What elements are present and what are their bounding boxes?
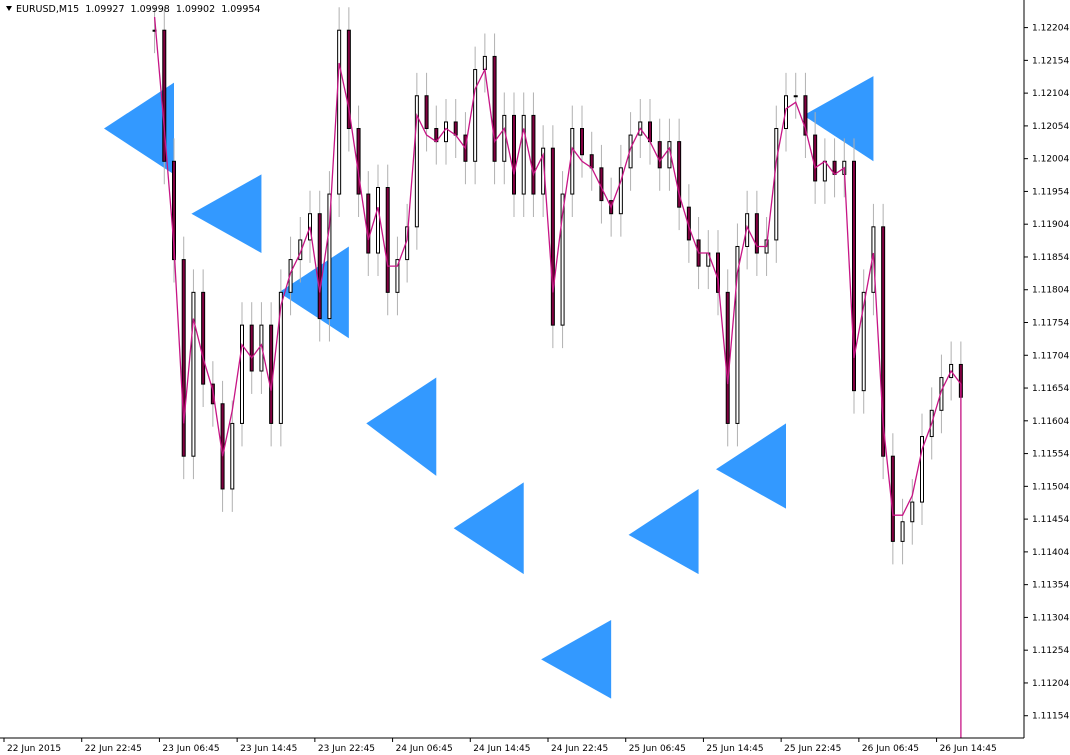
price-tick-label: 1.11954 [1032, 187, 1069, 197]
candle [890, 455, 895, 542]
time-axis: 22 Jun 2015 22 Jun 22:45 23 Jun 06:45 23 Ju… [3, 738, 997, 754]
price-tick-label: 1.11854 [1032, 253, 1069, 263]
candle [376, 187, 380, 254]
candle [385, 187, 390, 293]
candle [249, 324, 254, 372]
candle [531, 114, 536, 195]
price-tick-label: 1.11404 [1032, 548, 1069, 558]
time-tick-label: 25 Jun 14:45 [706, 744, 763, 754]
price-tick-label: 1.12054 [1032, 122, 1069, 132]
price-chart[interactable]: 1.12204 1.12154 1.12104 1.12054 1.12004 1.119… [0, 0, 1070, 755]
candle [521, 114, 526, 195]
time-tick-label: 22 Jun 2015 [7, 744, 61, 754]
candle-wicks [154, 7, 962, 565]
candle [473, 69, 478, 162]
candle [900, 521, 905, 542]
candle [512, 114, 516, 195]
price-tick-label: 1.11604 [1032, 417, 1069, 427]
price-tick-label: 1.11504 [1032, 482, 1069, 492]
price-tick-label: 1.11304 [1032, 613, 1069, 623]
open-price: 1.09927 [85, 4, 125, 15]
candle [550, 147, 555, 326]
candle [822, 160, 827, 182]
dropdown-triangle-icon[interactable] [6, 6, 12, 11]
symbol-timeframe: EURUSD,M15 [16, 4, 80, 15]
price-tick-label: 1.11704 [1032, 351, 1069, 361]
time-tick-label: 22 Jun 22:45 [85, 744, 142, 754]
candle [502, 114, 507, 162]
candle [793, 95, 798, 98]
time-tick-label: 25 Jun 06:45 [629, 744, 686, 754]
candle [492, 55, 497, 162]
price-tick-label: 1.12204 [1032, 24, 1069, 34]
candle [570, 128, 575, 195]
candle [774, 128, 779, 241]
time-tick-label: 23 Jun 06:45 [162, 744, 219, 754]
price-axis: 1.12204 1.12154 1.12104 1.12054 1.12004 1.119… [1024, 24, 1069, 722]
time-tick-label: 26 Jun 14:45 [940, 744, 997, 754]
price-tick-label: 1.11804 [1032, 286, 1069, 296]
time-tick-label: 26 Jun 06:45 [862, 744, 919, 754]
price-tick-label: 1.11904 [1032, 220, 1069, 230]
price-tick-label: 1.12104 [1032, 89, 1069, 99]
overlay-triangle [541, 620, 612, 699]
candle [648, 121, 652, 143]
low-price: 1.09902 [175, 4, 216, 15]
candle [657, 141, 662, 169]
high-price: 1.09998 [130, 4, 170, 15]
close-price: 1.09954 [221, 4, 261, 15]
candle [317, 213, 322, 320]
candle [813, 134, 818, 182]
price-tick-label: 1.11254 [1032, 646, 1069, 656]
price-tick-label: 1.12154 [1032, 56, 1069, 66]
price-tick-label: 1.12004 [1032, 155, 1069, 165]
price-tick-label: 1.11354 [1032, 581, 1069, 591]
price-tick-label: 1.11454 [1032, 515, 1069, 525]
candle [444, 121, 448, 143]
time-tick-label: 24 Jun 06:45 [396, 744, 453, 754]
overlay-triangle [716, 423, 786, 509]
candle [453, 121, 458, 136]
price-tick-label: 1.11154 [1032, 712, 1069, 722]
price-tick-label: 1.11754 [1032, 319, 1069, 329]
candle [240, 324, 244, 424]
candle [269, 324, 274, 424]
candle [424, 95, 429, 130]
time-tick-label: 25 Jun 22:45 [784, 744, 841, 754]
candle [230, 422, 235, 490]
candle [580, 128, 584, 156]
price-tick-label: 1.11554 [1032, 450, 1069, 460]
price-tick-label: 1.11654 [1032, 384, 1069, 394]
overlay-triangle [366, 377, 437, 476]
candle [201, 291, 206, 385]
candle [618, 167, 623, 215]
overlay-triangle [191, 174, 262, 254]
candle [725, 291, 730, 424]
time-tick-label: 24 Jun 22:45 [551, 744, 608, 754]
overlay-triangle [628, 488, 699, 575]
overlay-triangle [453, 482, 524, 575]
candle [181, 259, 186, 457]
candle [337, 29, 342, 195]
candle [589, 154, 594, 169]
candle [191, 291, 196, 457]
chart-window[interactable]: 1.12204 1.12154 1.12104 1.12054 1.12004 1.119… [0, 0, 1070, 755]
candle [366, 193, 371, 254]
price-tick-label: 1.11204 [1032, 679, 1069, 689]
candle [482, 55, 487, 71]
time-tick-label: 23 Jun 22:45 [318, 744, 375, 754]
symbol-header: EURUSD,M15 1.09927 1.09998 1.09902 1.099… [6, 4, 263, 16]
candle [910, 501, 915, 523]
time-tick-label: 24 Jun 14:45 [473, 744, 530, 754]
time-tick-label: 23 Jun 14:45 [240, 744, 297, 754]
